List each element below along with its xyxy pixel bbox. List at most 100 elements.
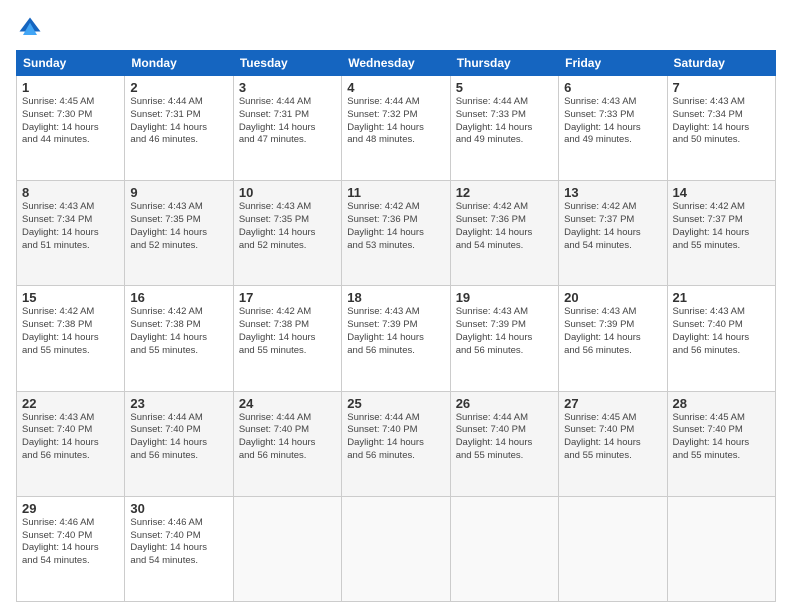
day-cell: 14Sunrise: 4:42 AMSunset: 7:37 PMDayligh… [667,181,775,286]
day-cell: 5Sunrise: 4:44 AMSunset: 7:33 PMDaylight… [450,76,558,181]
day-number: 23 [130,396,227,411]
day-detail: Sunrise: 4:44 AMSunset: 7:40 PMDaylight:… [239,412,336,463]
day-cell: 26Sunrise: 4:44 AMSunset: 7:40 PMDayligh… [450,391,558,496]
week-row-2: 8Sunrise: 4:43 AMSunset: 7:34 PMDaylight… [17,181,776,286]
day-number: 19 [456,290,553,305]
day-cell: 22Sunrise: 4:43 AMSunset: 7:40 PMDayligh… [17,391,125,496]
day-detail: Sunrise: 4:42 AMSunset: 7:37 PMDaylight:… [564,201,661,252]
day-detail: Sunrise: 4:46 AMSunset: 7:40 PMDaylight:… [130,517,227,568]
day-number: 1 [22,80,119,95]
day-cell: 27Sunrise: 4:45 AMSunset: 7:40 PMDayligh… [559,391,667,496]
day-detail: Sunrise: 4:43 AMSunset: 7:40 PMDaylight:… [22,412,119,463]
day-cell: 16Sunrise: 4:42 AMSunset: 7:38 PMDayligh… [125,286,233,391]
page: SundayMondayTuesdayWednesdayThursdayFrid… [0,0,792,612]
day-number: 29 [22,501,119,516]
day-detail: Sunrise: 4:42 AMSunset: 7:36 PMDaylight:… [456,201,553,252]
day-cell [667,496,775,601]
day-detail: Sunrise: 4:45 AMSunset: 7:30 PMDaylight:… [22,96,119,147]
calendar-header: SundayMondayTuesdayWednesdayThursdayFrid… [17,51,776,76]
day-number: 22 [22,396,119,411]
day-cell: 17Sunrise: 4:42 AMSunset: 7:38 PMDayligh… [233,286,341,391]
day-number: 8 [22,185,119,200]
day-detail: Sunrise: 4:43 AMSunset: 7:34 PMDaylight:… [22,201,119,252]
week-row-3: 15Sunrise: 4:42 AMSunset: 7:38 PMDayligh… [17,286,776,391]
day-cell: 29Sunrise: 4:46 AMSunset: 7:40 PMDayligh… [17,496,125,601]
header-cell-friday: Friday [559,51,667,76]
day-number: 20 [564,290,661,305]
day-detail: Sunrise: 4:44 AMSunset: 7:31 PMDaylight:… [239,96,336,147]
day-cell: 13Sunrise: 4:42 AMSunset: 7:37 PMDayligh… [559,181,667,286]
day-detail: Sunrise: 4:43 AMSunset: 7:39 PMDaylight:… [564,306,661,357]
day-detail: Sunrise: 4:43 AMSunset: 7:39 PMDaylight:… [456,306,553,357]
day-number: 25 [347,396,444,411]
day-cell [342,496,450,601]
header [16,14,776,42]
day-detail: Sunrise: 4:42 AMSunset: 7:38 PMDaylight:… [239,306,336,357]
day-cell: 1Sunrise: 4:45 AMSunset: 7:30 PMDaylight… [17,76,125,181]
day-number: 3 [239,80,336,95]
day-cell: 21Sunrise: 4:43 AMSunset: 7:40 PMDayligh… [667,286,775,391]
day-number: 17 [239,290,336,305]
day-number: 7 [673,80,770,95]
day-cell: 11Sunrise: 4:42 AMSunset: 7:36 PMDayligh… [342,181,450,286]
day-number: 30 [130,501,227,516]
logo [16,14,48,42]
day-detail: Sunrise: 4:43 AMSunset: 7:35 PMDaylight:… [130,201,227,252]
calendar-table: SundayMondayTuesdayWednesdayThursdayFrid… [16,50,776,602]
day-detail: Sunrise: 4:42 AMSunset: 7:38 PMDaylight:… [130,306,227,357]
day-cell: 6Sunrise: 4:43 AMSunset: 7:33 PMDaylight… [559,76,667,181]
header-cell-monday: Monday [125,51,233,76]
logo-icon [16,14,44,42]
day-detail: Sunrise: 4:42 AMSunset: 7:36 PMDaylight:… [347,201,444,252]
day-number: 9 [130,185,227,200]
day-detail: Sunrise: 4:42 AMSunset: 7:37 PMDaylight:… [673,201,770,252]
day-cell: 19Sunrise: 4:43 AMSunset: 7:39 PMDayligh… [450,286,558,391]
day-cell: 18Sunrise: 4:43 AMSunset: 7:39 PMDayligh… [342,286,450,391]
header-cell-saturday: Saturday [667,51,775,76]
day-cell [559,496,667,601]
day-number: 14 [673,185,770,200]
day-detail: Sunrise: 4:44 AMSunset: 7:40 PMDaylight:… [456,412,553,463]
day-detail: Sunrise: 4:43 AMSunset: 7:40 PMDaylight:… [673,306,770,357]
day-detail: Sunrise: 4:43 AMSunset: 7:39 PMDaylight:… [347,306,444,357]
week-row-4: 22Sunrise: 4:43 AMSunset: 7:40 PMDayligh… [17,391,776,496]
week-row-1: 1Sunrise: 4:45 AMSunset: 7:30 PMDaylight… [17,76,776,181]
day-detail: Sunrise: 4:43 AMSunset: 7:34 PMDaylight:… [673,96,770,147]
day-number: 13 [564,185,661,200]
day-cell: 4Sunrise: 4:44 AMSunset: 7:32 PMDaylight… [342,76,450,181]
day-cell: 10Sunrise: 4:43 AMSunset: 7:35 PMDayligh… [233,181,341,286]
day-cell: 9Sunrise: 4:43 AMSunset: 7:35 PMDaylight… [125,181,233,286]
day-number: 11 [347,185,444,200]
header-cell-tuesday: Tuesday [233,51,341,76]
day-detail: Sunrise: 4:43 AMSunset: 7:33 PMDaylight:… [564,96,661,147]
day-cell: 15Sunrise: 4:42 AMSunset: 7:38 PMDayligh… [17,286,125,391]
day-detail: Sunrise: 4:44 AMSunset: 7:32 PMDaylight:… [347,96,444,147]
day-detail: Sunrise: 4:43 AMSunset: 7:35 PMDaylight:… [239,201,336,252]
day-cell [450,496,558,601]
header-cell-sunday: Sunday [17,51,125,76]
calendar-body: 1Sunrise: 4:45 AMSunset: 7:30 PMDaylight… [17,76,776,602]
day-cell: 30Sunrise: 4:46 AMSunset: 7:40 PMDayligh… [125,496,233,601]
day-cell: 28Sunrise: 4:45 AMSunset: 7:40 PMDayligh… [667,391,775,496]
day-detail: Sunrise: 4:46 AMSunset: 7:40 PMDaylight:… [22,517,119,568]
day-cell: 25Sunrise: 4:44 AMSunset: 7:40 PMDayligh… [342,391,450,496]
day-number: 21 [673,290,770,305]
day-number: 18 [347,290,444,305]
day-number: 4 [347,80,444,95]
day-detail: Sunrise: 4:45 AMSunset: 7:40 PMDaylight:… [564,412,661,463]
week-row-5: 29Sunrise: 4:46 AMSunset: 7:40 PMDayligh… [17,496,776,601]
day-cell [233,496,341,601]
header-row: SundayMondayTuesdayWednesdayThursdayFrid… [17,51,776,76]
day-cell: 8Sunrise: 4:43 AMSunset: 7:34 PMDaylight… [17,181,125,286]
day-number: 6 [564,80,661,95]
day-number: 12 [456,185,553,200]
day-cell: 2Sunrise: 4:44 AMSunset: 7:31 PMDaylight… [125,76,233,181]
day-detail: Sunrise: 4:44 AMSunset: 7:40 PMDaylight:… [130,412,227,463]
day-number: 16 [130,290,227,305]
day-number: 10 [239,185,336,200]
day-cell: 7Sunrise: 4:43 AMSunset: 7:34 PMDaylight… [667,76,775,181]
day-number: 28 [673,396,770,411]
day-number: 27 [564,396,661,411]
day-detail: Sunrise: 4:42 AMSunset: 7:38 PMDaylight:… [22,306,119,357]
day-number: 26 [456,396,553,411]
